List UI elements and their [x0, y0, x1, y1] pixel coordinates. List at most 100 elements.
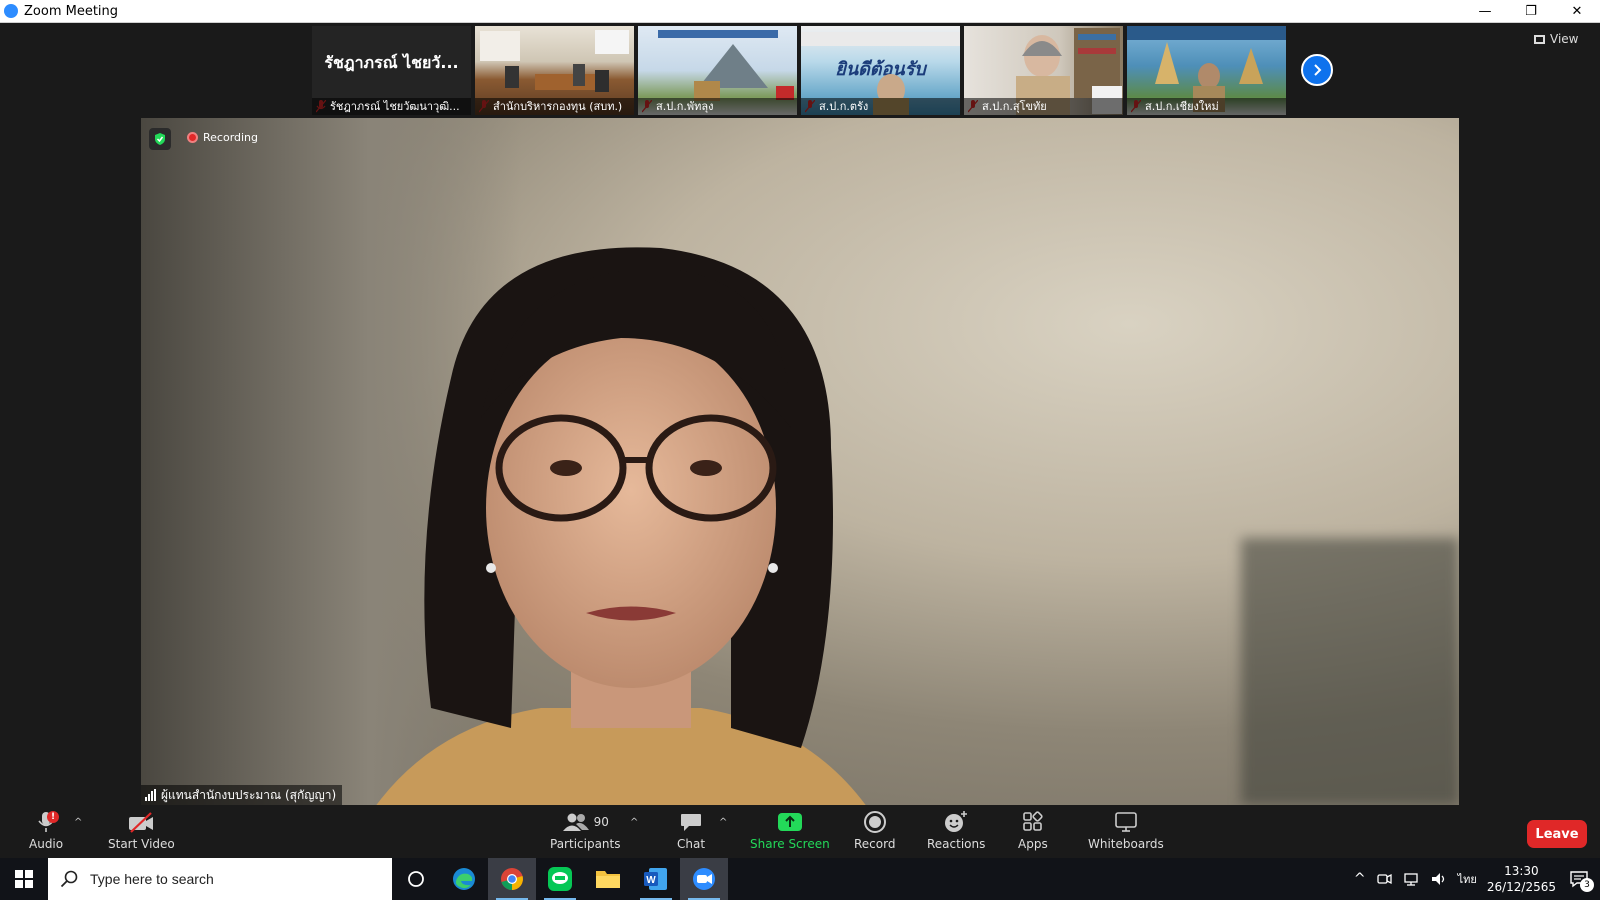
participant-big-name: รัชฎาภรณ์ ไชยวั... — [324, 53, 459, 72]
participant-tile[interactable]: รัชฎาภรณ์ ไชยวั... รัชฎาภรณ์ ไชยวัฒนาวุฒ… — [312, 26, 471, 115]
show-hidden-icons-caret[interactable]: ^ — [1354, 871, 1366, 887]
action-center-button[interactable]: 3 — [1566, 866, 1594, 892]
clock-date: 26/12/2565 — [1486, 880, 1556, 894]
participant-label: สำนักบริหารกองทุน (สบท.) — [475, 98, 634, 115]
search-icon — [60, 870, 78, 888]
close-button[interactable]: ✕ — [1554, 0, 1600, 23]
participant-tile[interactable]: สำนักบริหารกองทุน (สบท.) — [475, 26, 634, 115]
chevron-right-icon — [1314, 64, 1322, 76]
meeting-toolbar: Audio ! ^ Start Video 90 Participants ^ … — [0, 805, 1600, 858]
whiteboards-button[interactable]: Whiteboards — [1088, 809, 1164, 851]
participant-tile[interactable]: ยินดีต้อนรับ ส.ป.ก.ตรัง — [801, 26, 960, 115]
svg-text:W: W — [646, 875, 656, 886]
participants-count: 90 — [593, 815, 609, 829]
whiteboard-icon — [1115, 812, 1137, 832]
taskbar-chrome[interactable] — [488, 858, 536, 900]
windows-logo-icon — [15, 870, 33, 888]
participant-tile[interactable]: ส.ป.ก.สุโขทัย — [964, 26, 1123, 115]
meet-now-icon[interactable] — [1376, 871, 1392, 887]
window-title: Zoom Meeting — [24, 3, 119, 19]
participant-label: ส.ป.ก.พัทลุง — [638, 98, 797, 115]
grid-view-icon — [1534, 34, 1545, 44]
participants-button[interactable]: 90 Participants — [550, 809, 621, 851]
signal-strength-icon — [145, 789, 156, 801]
reactions-icon — [945, 811, 968, 832]
chat-icon — [681, 814, 702, 831]
speaker-name-label: ผู้แทนสำนักงบประมาณ (สุกัญญา) — [141, 785, 343, 805]
participants-label: Participants — [550, 837, 621, 851]
start-video-button[interactable]: Start Video — [108, 809, 175, 851]
participants-icon — [562, 813, 589, 831]
speaker-name: ผู้แทนสำนักงบประมาณ (สุกัญญา) — [161, 787, 337, 802]
view-label: View — [1550, 32, 1579, 46]
clock-time: 13:30 — [1504, 864, 1539, 878]
zoom-app-icon — [4, 4, 18, 18]
task-view-button[interactable] — [392, 858, 440, 900]
audio-options-caret[interactable]: ^ — [74, 817, 82, 828]
edge-browser-icon — [453, 868, 475, 890]
next-page-button[interactable] — [1301, 54, 1333, 86]
taskbar-file-explorer[interactable] — [584, 858, 632, 900]
start-video-label: Start Video — [108, 837, 175, 851]
record-button[interactable]: Record — [854, 809, 895, 851]
share-screen-button[interactable]: Share Screen — [750, 809, 830, 851]
input-language[interactable]: ไทย — [1458, 870, 1477, 888]
meeting-area: รัชฎาภรณ์ ไชยวั... รัชฎาภรณ์ ไชยวัฒนาวุฒ… — [0, 23, 1600, 805]
network-icon[interactable] — [1402, 871, 1420, 887]
participant-label: ส.ป.ก.เชียงใหม่ — [1127, 98, 1286, 115]
recording-dot-icon — [187, 132, 198, 143]
apps-label: Apps — [1018, 837, 1048, 851]
participant-label: ส.ป.ก.สุโขทัย — [964, 98, 1123, 115]
taskbar-zoom[interactable] — [680, 858, 728, 900]
participant-tile[interactable]: ส.ป.ก.พัทลุง — [638, 26, 797, 115]
gallery-strip: รัชฎาภรณ์ ไชยวั... รัชฎาภรณ์ ไชยวัฒนาวุฒ… — [312, 26, 1286, 115]
video-off-icon — [129, 812, 154, 833]
speaker-video-image — [376, 247, 866, 805]
view-button[interactable]: View — [1534, 32, 1578, 46]
record-label: Record — [854, 837, 896, 851]
file-explorer-icon — [596, 871, 620, 888]
chrome-browser-icon — [501, 868, 523, 890]
audio-warning-badge: ! — [47, 811, 59, 823]
taskbar-edge[interactable] — [440, 858, 488, 900]
recording-indicator[interactable]: Recording — [187, 131, 258, 144]
taskbar-line[interactable] — [536, 858, 584, 900]
volume-icon[interactable] — [1430, 871, 1448, 887]
participant-label: ส.ป.ก.ตรัง — [801, 98, 960, 115]
reactions-button[interactable]: Reactions — [927, 809, 985, 851]
word-app-icon: W — [644, 868, 667, 890]
restore-button[interactable]: ❐ — [1508, 0, 1554, 23]
participant-tile[interactable]: ส.ป.ก.เชียงใหม่ — [1127, 26, 1286, 115]
whiteboards-label: Whiteboards — [1088, 837, 1164, 851]
taskbar-search-input[interactable] — [90, 871, 370, 887]
chat-label: Chat — [677, 837, 706, 851]
participant-label: รัชฎาภรณ์ ไชยวัฒนาวุฒิ... — [312, 98, 471, 115]
start-button[interactable] — [0, 858, 48, 900]
apps-button[interactable]: Apps — [1018, 809, 1048, 851]
share-screen-label: Share Screen — [750, 837, 830, 851]
window-controls: — ❐ ✕ — [1462, 0, 1600, 23]
recording-label: Recording — [203, 131, 259, 144]
apps-icon — [1023, 811, 1043, 831]
taskbar-search-box[interactable] — [48, 858, 392, 900]
title-bar: Zoom Meeting — ❐ ✕ — [0, 0, 1600, 23]
windows-taskbar: W ^ ไทย 13:30 26/12/2565 3 — [0, 858, 1600, 900]
zoom-app-icon — [693, 868, 715, 890]
taskbar-word[interactable]: W — [632, 858, 680, 900]
system-tray: ^ ไทย 13:30 26/12/2565 3 — [1354, 858, 1600, 900]
active-speaker-video: Recording ผู้แทนสำนักงบประมาณ (สุกัญญา) — [141, 118, 1459, 805]
chat-button[interactable]: Chat — [677, 809, 705, 851]
chat-options-caret[interactable]: ^ — [719, 817, 727, 828]
security-shield-icon[interactable] — [149, 128, 171, 150]
task-view-icon — [408, 871, 424, 887]
participants-options-caret[interactable]: ^ — [630, 817, 638, 828]
leave-button[interactable]: Leave — [1527, 820, 1587, 848]
record-icon — [863, 811, 886, 833]
shield-icon — [155, 133, 165, 145]
reactions-label: Reactions — [927, 837, 986, 851]
audio-label: Audio — [29, 837, 64, 851]
taskbar-clock[interactable]: 13:30 26/12/2565 — [1487, 863, 1556, 895]
line-app-icon — [548, 867, 572, 891]
minimize-button[interactable]: — — [1462, 0, 1508, 23]
share-screen-icon — [777, 813, 802, 831]
